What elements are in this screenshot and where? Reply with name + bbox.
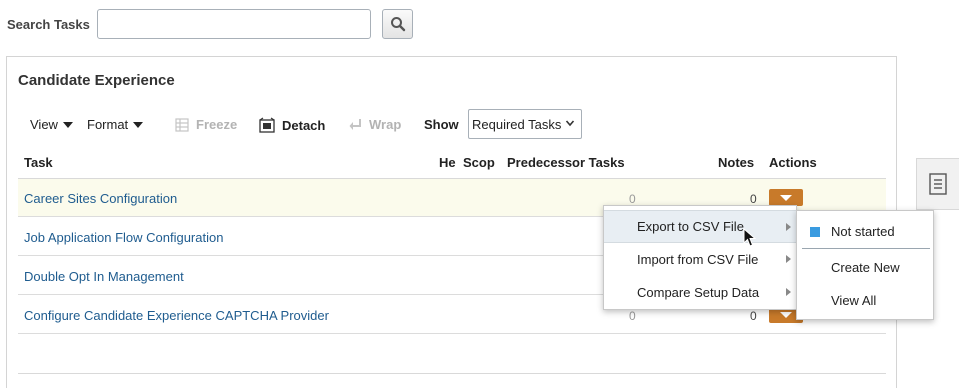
- format-menu[interactable]: Format: [87, 117, 144, 132]
- menu-item-label: Import from CSV File: [637, 252, 759, 267]
- actions-menu: Export to CSV File Import from CSV File …: [603, 205, 797, 310]
- predecessor-count: 0: [629, 192, 636, 206]
- format-label: Format: [87, 117, 129, 132]
- menu-item-compare-setup[interactable]: Compare Setup Data: [604, 276, 796, 309]
- submenu-divider: [802, 248, 930, 249]
- wrap-button[interactable]: Wrap: [348, 117, 401, 132]
- menu-item-export-csv[interactable]: Export to CSV File: [604, 210, 796, 243]
- column-header-scope[interactable]: Scop: [463, 155, 495, 170]
- table-toolbar: View Format Freeze Detach Wrap Show Requ…: [7, 109, 896, 141]
- column-header-notes[interactable]: Notes: [718, 155, 754, 170]
- menu-item-label: Compare Setup Data: [637, 285, 760, 300]
- submenu-arrow-icon: [786, 288, 791, 296]
- notes-count[interactable]: 0: [750, 309, 757, 323]
- mouse-pointer-icon: [743, 228, 757, 247]
- task-link[interactable]: Career Sites Configuration: [24, 191, 177, 206]
- search-button[interactable]: [382, 9, 413, 39]
- submenu-arrow-icon: [786, 255, 791, 263]
- chevron-down-icon: [565, 120, 575, 127]
- show-label-text: Show: [424, 117, 459, 132]
- menu-item-label: Export to CSV File: [637, 219, 744, 234]
- column-header-he[interactable]: He: [439, 155, 456, 170]
- detach-icon: [259, 117, 275, 133]
- notes-count[interactable]: 0: [750, 192, 757, 206]
- document-icon: [929, 173, 947, 195]
- freeze-icon: [175, 117, 189, 132]
- status-not-started: Not started: [831, 224, 895, 239]
- create-new-item[interactable]: Create New: [831, 260, 900, 275]
- table-bottom-divider: [18, 373, 886, 374]
- task-link[interactable]: Configure Candidate Experience CAPTCHA P…: [24, 308, 329, 323]
- search-tasks-label: Search Tasks: [7, 17, 90, 32]
- search-tasks-input[interactable]: [97, 9, 371, 39]
- view-label: View: [30, 117, 58, 132]
- column-header-actions[interactable]: Actions: [769, 155, 817, 170]
- show-select-value: Required Tasks: [472, 116, 562, 132]
- caret-down-icon: [133, 121, 144, 128]
- view-menu[interactable]: View: [30, 117, 73, 132]
- menu-item-import-csv[interactable]: Import from CSV File: [604, 243, 796, 276]
- export-submenu: Not started Create New View All: [796, 210, 934, 320]
- caret-down-icon: [780, 311, 792, 318]
- side-panel-tab[interactable]: [916, 158, 959, 210]
- detach-label: Detach: [282, 117, 326, 133]
- caret-down-icon: [780, 194, 792, 201]
- view-all-item[interactable]: View All: [831, 293, 876, 308]
- freeze-button[interactable]: Freeze: [175, 117, 237, 132]
- column-header-predecessor-tasks[interactable]: Predecessor Tasks: [507, 155, 625, 170]
- task-link[interactable]: Job Application Flow Configuration: [24, 230, 223, 245]
- caret-down-icon: [62, 121, 73, 128]
- submenu-arrow-icon: [786, 223, 791, 231]
- predecessor-count: 0: [629, 309, 636, 323]
- panel-title: Candidate Experience: [18, 72, 175, 89]
- freeze-label: Freeze: [196, 117, 238, 132]
- search-icon: [390, 17, 405, 32]
- status-square-icon: [810, 227, 820, 237]
- wrap-label: Wrap: [369, 117, 402, 132]
- show-select[interactable]: Required Tasks: [468, 109, 582, 139]
- actions-button[interactable]: [769, 189, 803, 206]
- detach-button[interactable]: Detach: [259, 117, 325, 133]
- show-label: Show: [424, 117, 459, 132]
- wrap-icon: [349, 118, 361, 130]
- task-link[interactable]: Double Opt In Management: [24, 269, 184, 284]
- column-header-task[interactable]: Task: [24, 155, 53, 170]
